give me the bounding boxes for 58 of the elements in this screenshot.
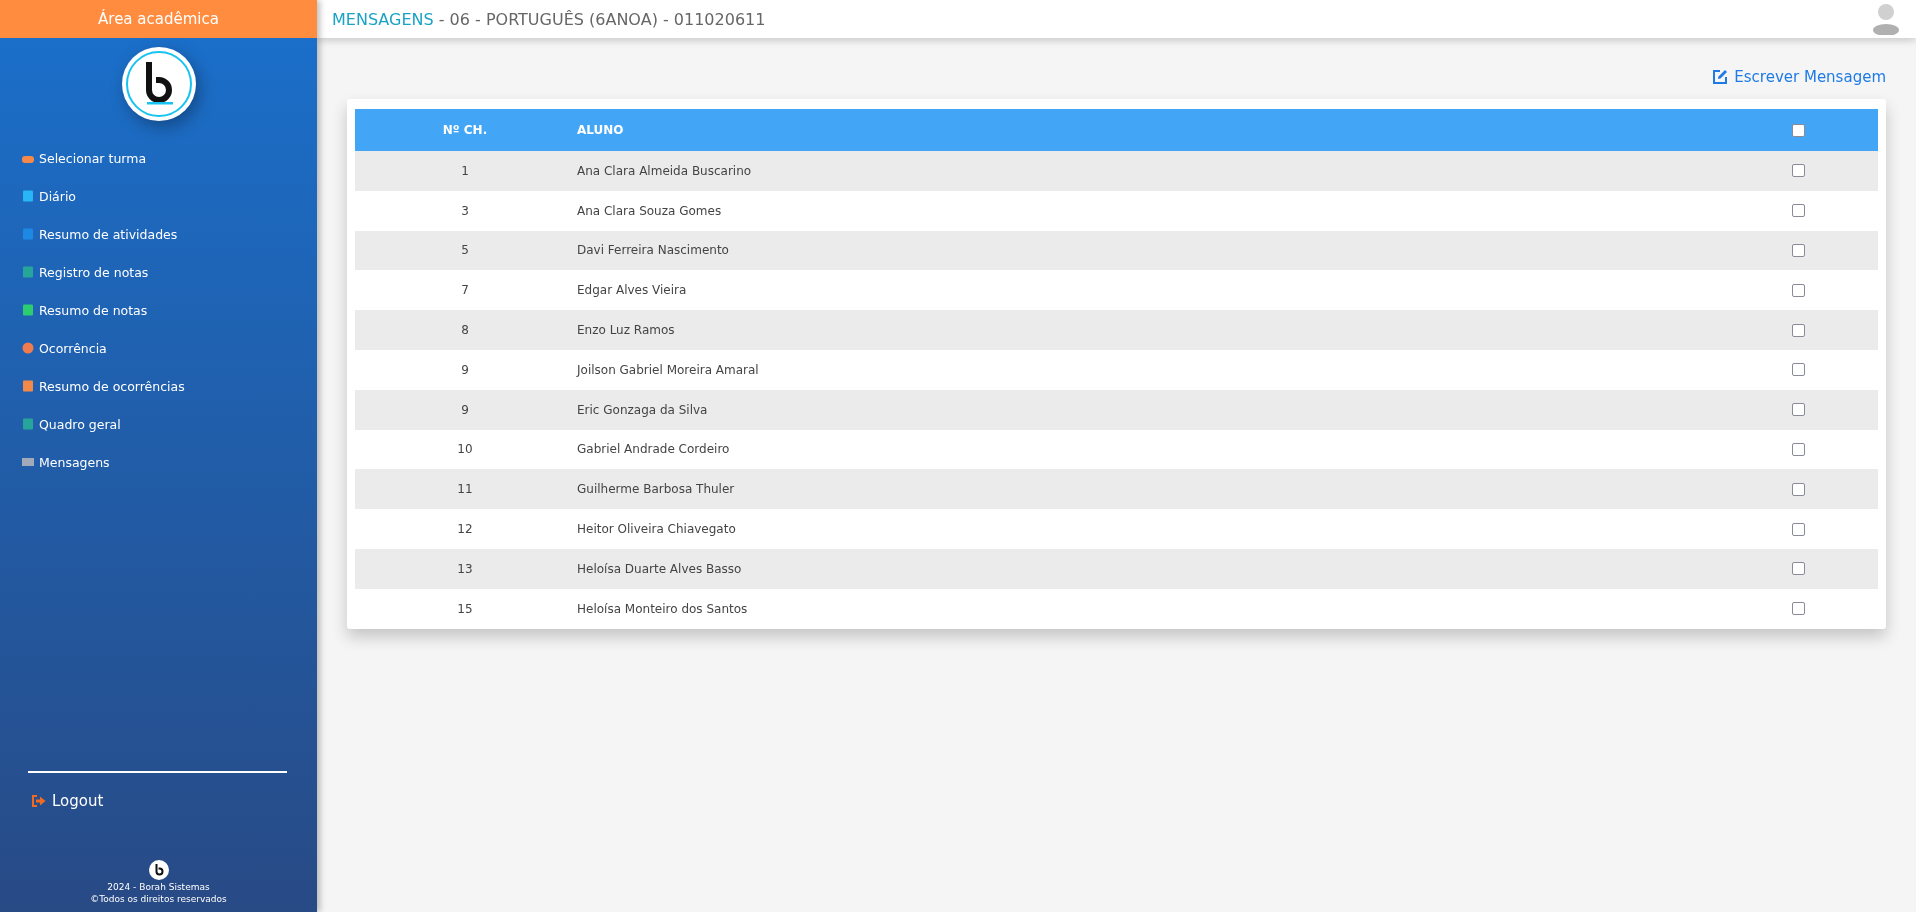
checkbox[interactable] — [1791, 323, 1805, 337]
logo-icon — [120, 46, 197, 122]
table-cell-text: 12 — [456, 522, 474, 537]
table-cell-text: Heloísa Monteiro dos Santos — [576, 601, 749, 616]
table-cell-text: 11 — [456, 482, 474, 497]
checkbox[interactable] — [1791, 482, 1805, 496]
table-cell-text: Eric Gonzaga da Silva — [576, 402, 709, 417]
menu-item[interactable]: Selecionar turma — [0, 139, 317, 177]
table-cell-text: 7 — [460, 283, 470, 298]
menu-item[interactable]: Resumo de atividades — [0, 215, 317, 253]
table-cell-text: Enzo Luz Ramos — [576, 323, 676, 338]
table-cell-text: 3 — [460, 203, 470, 218]
table-cell-text: 8 — [460, 323, 470, 338]
table-cell-text: 1 — [460, 163, 470, 178]
logo-icon — [148, 860, 169, 880]
sidebar-title: Área acadêmica — [0, 0, 317, 38]
table-cell-text: 9 — [460, 362, 470, 377]
table-cell-text: Gabriel Andrade Cordeiro — [576, 442, 731, 457]
footer-text: ©Todos os direitos reservados — [90, 894, 227, 904]
table-cell-text: 15 — [456, 601, 474, 616]
checkbox[interactable] — [1791, 204, 1805, 218]
logout-link[interactable]: Logout — [32, 792, 317, 810]
menu-item[interactable]: Quadro geral — [0, 405, 317, 443]
table-cell-text: Ana Clara Souza Gomes — [576, 203, 723, 218]
menu-item[interactable]: Diário — [0, 177, 317, 215]
table-cell-text: Joilson Gabriel Moreira Amaral — [575, 362, 760, 377]
checkbox[interactable] — [1791, 403, 1805, 417]
page-title: MENSAGENS - 06 - PORTUGUÊS (6ANOA) - 011020611 — [332, 9, 766, 29]
menu-item[interactable]: Ocorrência — [0, 329, 317, 367]
table-cell-text: Heitor Oliveira Chiavegato — [576, 522, 737, 537]
checkbox[interactable] — [1791, 522, 1805, 536]
logout-icon — [32, 795, 46, 807]
compose-message-link[interactable]: Escrever Mensagem — [1712, 68, 1886, 86]
table-cell-text: Ana Clara Almeida Buscarino — [576, 163, 753, 178]
menu-item[interactable]: Resumo de ocorrências — [0, 367, 317, 405]
table-cell-text: 5 — [460, 243, 470, 258]
table-cell-text: Davi Ferreira Nascimento — [576, 243, 730, 258]
checkbox[interactable] — [1791, 363, 1805, 377]
column-header: ALUNO — [576, 123, 625, 137]
menu-item[interactable]: Registro de notas — [0, 253, 317, 291]
checkbox[interactable] — [1791, 442, 1805, 456]
checkbox[interactable] — [1791, 283, 1805, 297]
checkbox[interactable] — [1791, 602, 1805, 616]
menu-item[interactable]: Resumo de notas — [0, 291, 317, 329]
select-all-checkbox[interactable] — [1791, 123, 1805, 137]
user-avatar-icon[interactable] — [1872, 3, 1900, 35]
table-cell-text: 9 — [460, 402, 470, 417]
checkbox[interactable] — [1791, 562, 1805, 576]
table-cell-text: 13 — [456, 561, 474, 576]
table-cell-text: 10 — [456, 442, 474, 457]
checkbox[interactable] — [1791, 244, 1805, 257]
table-cell-text: Heloísa Duarte Alves Basso — [576, 561, 743, 576]
menu-item[interactable]: Mensagens — [0, 443, 317, 481]
checkbox[interactable] — [1791, 164, 1805, 178]
footer-text: 2024 - Borah Sistemas — [107, 882, 210, 892]
table-cell-text: Guilherme Barbosa Thuler — [576, 482, 736, 497]
column-header: Nº CH. — [441, 123, 489, 137]
table-cell-text: Edgar Alves Vieira — [576, 283, 688, 298]
